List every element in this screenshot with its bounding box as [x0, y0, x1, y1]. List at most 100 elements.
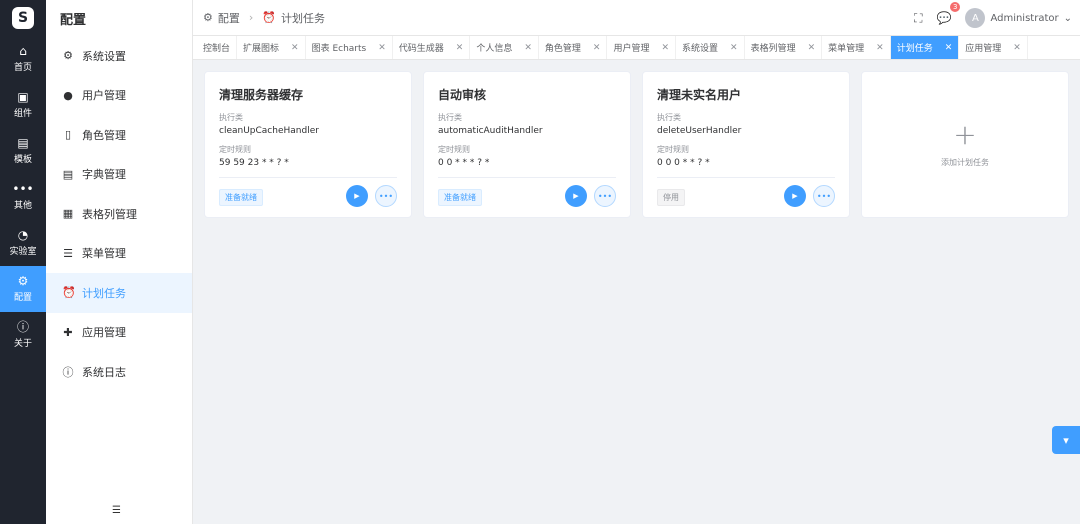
task-cron: 0 0 0 * * ? * — [657, 158, 710, 168]
user-menu[interactable]: A Administrator ⌄ — [965, 8, 1072, 28]
rail-item-label: 关于 — [13, 339, 32, 349]
close-icon[interactable]: ✕ — [661, 43, 669, 53]
rail-item-3[interactable]: ••• 其他 — [0, 174, 46, 220]
sidebar-item-icon: ✚ — [63, 325, 73, 339]
sidebar-item-label: 菜单管理 — [82, 247, 126, 261]
rail-item-1[interactable]: ▣ 组件 — [0, 82, 46, 128]
sidebar-item-icon: ⏰ — [62, 286, 76, 300]
tab-label: 应用管理 — [965, 44, 1002, 54]
close-icon[interactable]: ✕ — [524, 43, 532, 53]
fullscreen-icon[interactable]: ⛶ — [914, 11, 922, 26]
exec-class-label: 执行类 — [438, 113, 462, 122]
more-actions-button[interactable]: ••• — [375, 185, 397, 207]
sidebar-item-1[interactable]: ● 用户管理 — [46, 76, 192, 116]
close-icon[interactable]: ✕ — [730, 43, 738, 53]
sidebar-item-label: 系统日志 — [82, 365, 126, 379]
sidebar-item-7[interactable]: ✚ 应用管理 — [46, 313, 192, 353]
tab-8[interactable]: 表格列管理 ✕ — [745, 36, 823, 59]
task-card: 清理服务器缓存 执行类 cleanUpCacheHandler 定时规则 59 … — [204, 71, 412, 218]
rail-item-5[interactable]: ⚙ 配置 — [0, 266, 46, 312]
ellipsis-icon: ••• — [378, 191, 394, 201]
tab-label: 扩展图标 — [243, 44, 280, 54]
sidebar-title: 配置 — [60, 12, 87, 28]
more-actions-button[interactable]: ••• — [594, 185, 616, 207]
tab-label: 用户管理 — [613, 44, 650, 54]
close-icon[interactable]: ✕ — [593, 43, 601, 53]
tab-0[interactable]: 控制台 — [197, 36, 238, 59]
breadcrumb-current: 计划任务 — [280, 11, 325, 25]
run-task-button[interactable]: ▶ — [784, 185, 806, 207]
tab-label: 个人信息 — [476, 44, 513, 54]
main-content: 清理服务器缓存 执行类 cleanUpCacheHandler 定时规则 59 … — [193, 60, 1080, 524]
sidebar-item-label: 字典管理 — [82, 168, 126, 182]
close-icon[interactable]: ✕ — [456, 43, 464, 53]
task-handler: deleteUserHandler — [657, 126, 742, 136]
sidebar-item-2[interactable]: ▯ 角色管理 — [46, 115, 192, 155]
tab-2[interactable]: 图表 Echarts ✕ — [306, 36, 393, 59]
tab-11[interactable]: 应用管理 ✕ — [959, 36, 1028, 59]
sidebar-item-8[interactable]: ⓘ 系统日志 — [46, 352, 192, 392]
sidebar-item-icon: ▦ — [62, 207, 74, 221]
top-header: ⚙ 配置 › ⏰ 计划任务 ⛶ 💬 3 A Administrator ⌄ — [193, 0, 1080, 36]
sidebar-item-5[interactable]: ☰ 菜单管理 — [46, 234, 192, 274]
tab-7[interactable]: 系统设置 ✕ — [676, 36, 745, 59]
tab-10[interactable]: 计划任务 ✕ — [890, 36, 960, 59]
run-task-button[interactable]: ▶ — [565, 185, 587, 207]
tab-1[interactable]: 扩展图标 ✕ — [237, 36, 306, 59]
play-icon: ▶ — [573, 192, 579, 200]
sidebar-item-label: 系统设置 — [82, 49, 126, 63]
breadcrumb: ⚙ 配置 › ⏰ 计划任务 — [203, 10, 325, 26]
card-divider — [657, 177, 835, 178]
rail-item-0[interactable]: ⌂ 首页 — [0, 36, 46, 82]
exec-class-label: 执行类 — [657, 113, 681, 122]
exec-class-label: 执行类 — [219, 113, 243, 122]
rail-item-6[interactable]: ⓘ 关于 — [0, 312, 46, 358]
sidebar-item-icon: ● — [63, 88, 73, 102]
sidebar-item-3[interactable]: ▤ 字典管理 — [46, 155, 192, 195]
sidebar-item-icon: ▤ — [62, 167, 74, 181]
ellipsis-icon: ••• — [597, 191, 613, 201]
cron-rule-label: 定时规则 — [219, 145, 251, 154]
chevron-right-icon: › — [248, 11, 254, 24]
sidebar-item-icon: ⚙ — [63, 49, 73, 63]
collapse-menu-icon[interactable]: ☰ — [112, 505, 121, 516]
floating-settings-button[interactable]: ▾ — [1052, 426, 1080, 454]
close-icon[interactable]: ✕ — [1013, 43, 1021, 53]
rail-item-2[interactable]: ▤ 模板 — [0, 128, 46, 174]
task-card: 清理未实名用户 执行类 deleteUserHandler 定时规则 0 0 0… — [642, 71, 850, 218]
tab-label: 控制台 — [203, 44, 231, 54]
tab-label: 菜单管理 — [828, 44, 865, 54]
icon-rail: S ⌂ 首页 ▣ 组件 ▤ 模板 ••• 其他 ◔ 实验室 ⚙ 配置 ⓘ 关于 — [0, 0, 46, 524]
cron-rule-label: 定时规则 — [438, 145, 470, 154]
card-divider — [219, 177, 397, 178]
tab-4[interactable]: 个人信息 ✕ — [470, 36, 539, 59]
home-icon: ⌂ — [19, 44, 27, 58]
tab-9[interactable]: 菜单管理 ✕ — [822, 36, 891, 59]
avatar: A — [965, 8, 986, 28]
lab-icon: ◔ — [17, 228, 29, 242]
task-title: 清理未实名用户 — [657, 88, 742, 102]
close-icon[interactable]: ✕ — [291, 43, 299, 53]
close-icon[interactable]: ✕ — [876, 43, 884, 53]
tab-5[interactable]: 角色管理 ✕ — [539, 36, 608, 59]
tab-6[interactable]: 用户管理 ✕ — [607, 36, 677, 59]
breadcrumb-root[interactable]: 配置 — [218, 10, 240, 26]
more-actions-button[interactable]: ••• — [813, 185, 835, 207]
tab-3[interactable]: 代码生成器 ✕ — [393, 36, 471, 59]
sidebar-item-0[interactable]: ⚙ 系统设置 — [46, 36, 192, 76]
sidebar-item-6[interactable]: ⏰ 计划任务 — [46, 273, 192, 313]
close-icon[interactable]: ✕ — [945, 43, 953, 53]
rail-item-label: 实验室 — [9, 247, 37, 257]
app-logo[interactable]: S — [0, 0, 46, 36]
status-badge: 准备就绪 — [438, 189, 482, 206]
run-task-button[interactable]: ▶ — [346, 185, 368, 207]
cron-rule-label: 定时规则 — [657, 145, 689, 154]
close-icon[interactable]: ✕ — [808, 43, 816, 53]
task-card: 自动审核 执行类 automaticAuditHandler 定时规则 0 0 … — [423, 71, 631, 218]
rail-item-4[interactable]: ◔ 实验室 — [0, 220, 46, 266]
sidebar-item-4[interactable]: ▦ 表格列管理 — [46, 194, 192, 234]
close-icon[interactable]: ✕ — [378, 43, 386, 53]
message-icon[interactable]: 💬 3 — [936, 2, 961, 25]
sidebar-item-icon: ☰ — [63, 246, 73, 260]
add-task-card[interactable]: + 添加计划任务 — [861, 71, 1069, 218]
